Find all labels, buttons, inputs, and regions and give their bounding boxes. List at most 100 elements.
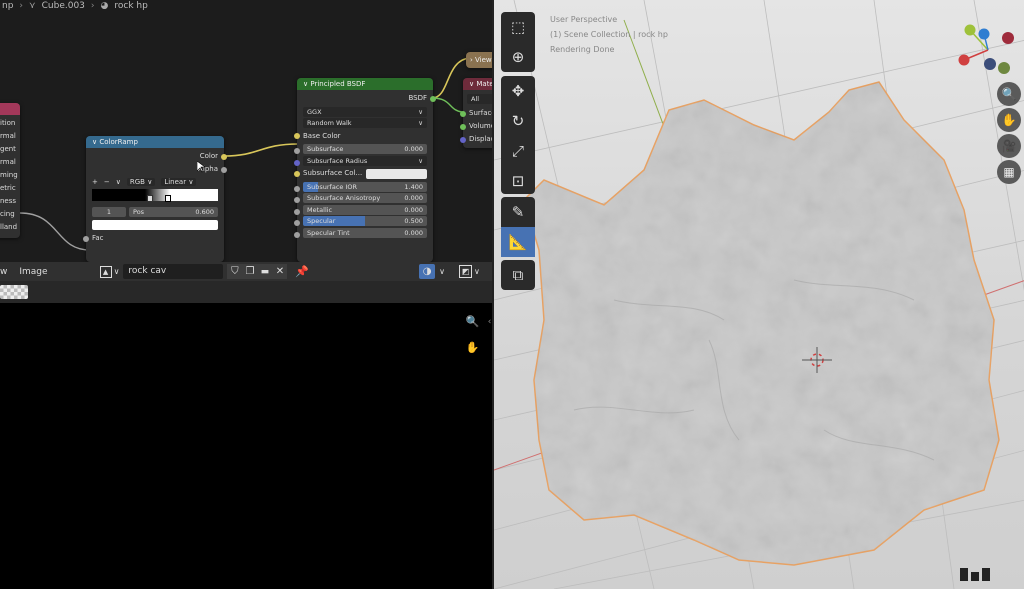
partial-node-header xyxy=(0,103,20,115)
socket-subsurface-radius[interactable] xyxy=(294,159,300,166)
specular-tint-field[interactable]: Specular Tint 0.000 xyxy=(303,227,427,238)
transparency-checker-icon[interactable] xyxy=(0,285,28,299)
image-menu[interactable]: Image xyxy=(19,267,47,277)
viewport-toolbar-group-4: ⧉ xyxy=(501,260,535,290)
subsurface-radius-dropdown[interactable]: Subsurface Radius ∨ xyxy=(303,155,427,166)
partial-node-label: ition xyxy=(0,119,16,127)
watermark-logo xyxy=(960,568,990,581)
color-stop-handle[interactable] xyxy=(147,195,154,202)
socket-bsdf[interactable] xyxy=(430,95,436,102)
stop-index-field[interactable]: 1 xyxy=(92,206,126,217)
partial-node[interactable]: ition rmal gent rmal ming etric ness cin… xyxy=(0,103,20,238)
open-folder-icon[interactable]: ▬ xyxy=(257,264,273,279)
metallic-field[interactable]: Metallic 0.000 xyxy=(303,204,427,215)
neg-y-axis-icon xyxy=(998,62,1010,74)
principled-bsdf-node[interactable]: ∨ Principled BSDF BSDF GGX ∨ Random Walk ∨… xyxy=(294,78,436,262)
image-canvas[interactable]: 🔍 ‹ ✋ xyxy=(0,303,492,589)
volume-input: Volume xyxy=(460,120,492,133)
node-editor[interactable]: np › ⋎ Cube.003 › ◕ rock hp ition rmal g… xyxy=(0,0,492,262)
view-menu[interactable]: w xyxy=(0,267,7,277)
surface-input: Surface xyxy=(460,107,492,120)
zoom-view-icon[interactable]: 🔍 xyxy=(997,82,1021,106)
partial-node-label: rmal xyxy=(0,158,16,166)
socket-color[interactable] xyxy=(221,153,227,160)
rotate-icon[interactable]: ↻ xyxy=(501,106,535,136)
image-browse-icon[interactable]: ▲ xyxy=(99,265,112,278)
transform-icon[interactable]: ⊡ xyxy=(501,166,535,196)
socket-subsurface-anisotropy[interactable] xyxy=(294,197,300,203)
stop-color-swatch[interactable] xyxy=(92,220,218,230)
overlay-toggle-icon[interactable]: ◑ xyxy=(419,264,436,279)
chevron-down-icon[interactable]: ∨ xyxy=(474,267,480,276)
colorramp-node[interactable]: ∨ ColorRamp Color Alpha + − ∨ RGB ∨ Line… xyxy=(83,136,227,262)
subsurface-anisotropy-field[interactable]: Subsurface Anisotropy 0.000 xyxy=(303,193,427,203)
socket-fac[interactable] xyxy=(83,235,89,242)
subsurface-field[interactable]: Subsurface 0.000 xyxy=(303,144,427,154)
pin-icon[interactable]: 📌 xyxy=(295,265,309,278)
partial-node-label: etric xyxy=(0,184,16,192)
image-editor-header: w Image ▲ ∨ rock cav ⛉ ❐ ▬ ✕ 📌 ◑ ∨ ◩ ∨ xyxy=(0,262,492,281)
socket-surface[interactable] xyxy=(460,110,466,117)
ortho-grid-icon[interactable]: ▦ xyxy=(997,160,1021,184)
material-output-header[interactable]: ∨ Mate xyxy=(463,78,492,90)
socket-metallic[interactable] xyxy=(294,208,300,215)
cursor-tool-icon[interactable]: ⊕ xyxy=(501,42,535,72)
socket-specular-tint[interactable] xyxy=(294,231,300,238)
output-color-label: Color xyxy=(199,152,218,160)
viewer-node[interactable]: › View xyxy=(466,52,492,68)
camera-view-icon[interactable]: 🎥 xyxy=(997,134,1021,158)
socket-subsurface-ior[interactable] xyxy=(294,185,300,192)
select-box-icon[interactable]: ⬚ xyxy=(501,12,535,42)
chevron-down-icon[interactable]: ∨ xyxy=(116,178,121,186)
partial-node-label: gent xyxy=(0,145,16,153)
subsurface-anisotropy-value: 0.000 xyxy=(404,194,423,202)
image-name-field[interactable]: rock cav xyxy=(123,264,224,279)
socket-alpha[interactable] xyxy=(221,166,227,173)
specular-tint-label: Specular Tint xyxy=(307,228,350,237)
target-dropdown[interactable]: All xyxy=(467,93,492,104)
socket-displacement[interactable] xyxy=(460,136,466,143)
move-icon[interactable]: ✥ xyxy=(501,76,535,106)
pan-hand-icon[interactable]: ✋ xyxy=(464,339,481,356)
principled-header[interactable]: ∨ Principled BSDF xyxy=(297,78,433,90)
remove-stop-button[interactable]: − xyxy=(104,178,110,186)
socket-base-color[interactable] xyxy=(294,133,300,139)
3d-viewport[interactable]: User Perspective (1) Scene Collection | … xyxy=(492,0,1024,589)
measure-icon[interactable]: 📐 xyxy=(501,227,535,257)
rock-object[interactable] xyxy=(494,0,1024,589)
socket-specular[interactable] xyxy=(294,220,300,226)
distribution-dropdown[interactable]: GGX ∨ xyxy=(303,106,427,117)
specular-field[interactable]: Specular 0.500 xyxy=(303,216,427,226)
displacement-input: Displace xyxy=(460,133,492,146)
duplicate-image-icon[interactable]: ❐ xyxy=(242,264,258,279)
add-stop-button[interactable]: + xyxy=(92,178,98,186)
color-mode-dropdown[interactable]: RGB ∨ xyxy=(126,178,156,186)
socket-subsurface[interactable] xyxy=(294,148,300,154)
subsurface-color-swatch[interactable] xyxy=(366,168,427,179)
chevron-down-icon[interactable]: ∨ xyxy=(114,267,120,276)
interpolation-dropdown[interactable]: Linear ∨ xyxy=(161,178,197,186)
material-output-node[interactable]: ∨ Mate All Surface Volume Displace xyxy=(460,78,492,148)
pan-view-icon[interactable]: ✋ xyxy=(997,108,1021,132)
scale-icon[interactable]: ⤢ xyxy=(501,136,535,166)
socket-subsurface-color[interactable] xyxy=(294,170,300,177)
unlink-x-icon[interactable]: ✕ xyxy=(272,264,288,279)
annotate-icon[interactable]: ✎ xyxy=(501,197,535,227)
fake-user-shield-icon[interactable]: ⛉ xyxy=(227,264,243,279)
zoom-icon[interactable]: 🔍 xyxy=(464,313,481,330)
subsurface-ior-field[interactable]: Subsurface IOR 1.400 xyxy=(303,181,427,192)
add-cube-icon[interactable]: ⧉ xyxy=(501,260,535,290)
stop-pos-field[interactable]: Pos 0.600 xyxy=(129,206,218,217)
subsurface-value: 0.000 xyxy=(404,145,423,153)
navigation-gizmo[interactable] xyxy=(956,22,1020,76)
color-stop-handle[interactable] xyxy=(165,195,172,202)
distribution-value: GGX xyxy=(307,107,322,116)
chevron-down-icon[interactable]: ∨ xyxy=(439,267,445,276)
subsurface-method-dropdown[interactable]: Random Walk ∨ xyxy=(303,118,427,128)
colorramp-header[interactable]: ∨ ColorRamp xyxy=(86,136,224,148)
color-ramp-gradient[interactable] xyxy=(92,189,218,202)
display-channels-icon[interactable]: ◩ xyxy=(458,265,472,278)
socket-volume[interactable] xyxy=(460,123,466,130)
partial-node-label: rmal xyxy=(0,132,16,140)
specular-tint-value: 0.000 xyxy=(404,228,423,237)
